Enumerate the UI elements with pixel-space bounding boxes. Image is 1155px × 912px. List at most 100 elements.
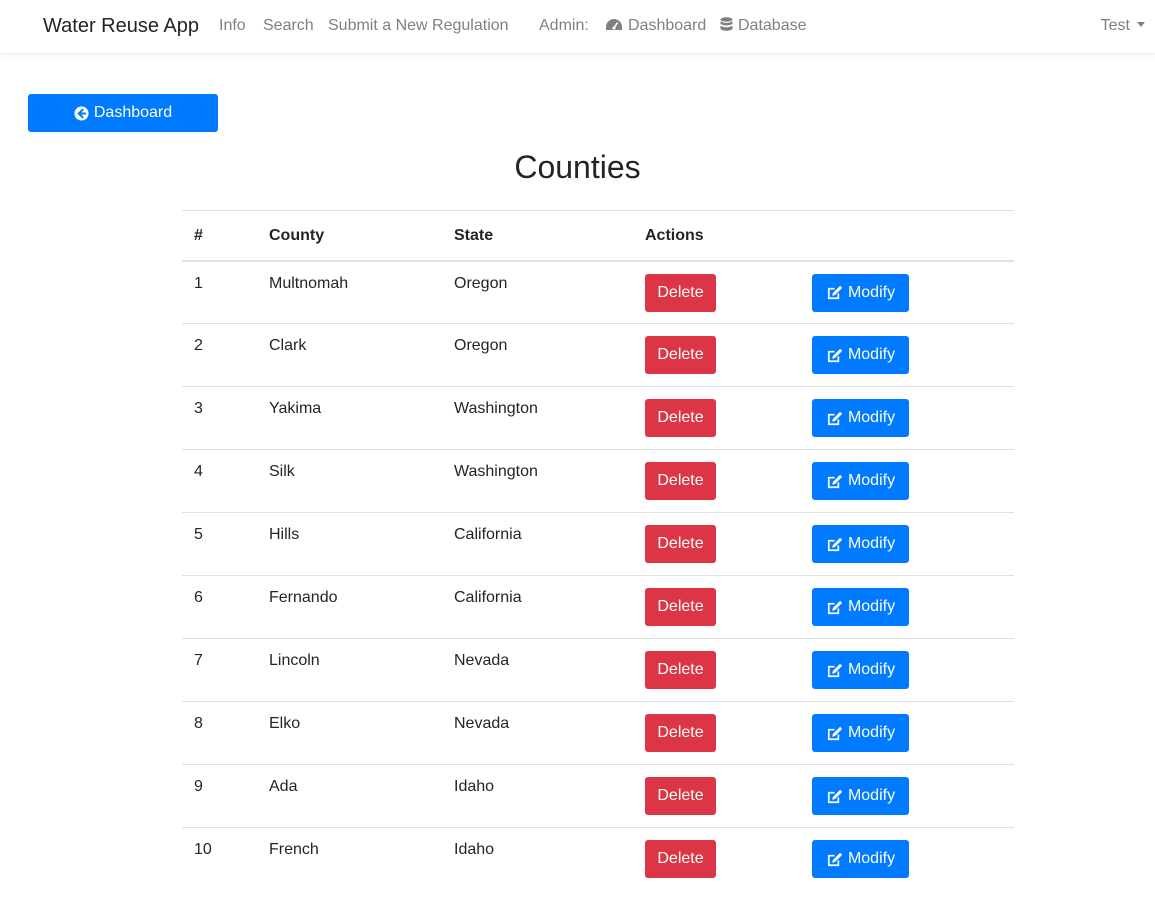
row-delete-cell: Delete xyxy=(633,449,800,513)
table-row: 10 French Idaho Delete Modify xyxy=(182,827,1014,891)
delete-button[interactable]: Delete xyxy=(645,588,716,626)
row-number: 8 xyxy=(182,701,257,765)
edit-icon xyxy=(826,852,843,867)
row-delete-cell: Delete xyxy=(633,575,800,639)
modify-label: Modify xyxy=(847,661,896,678)
row-modify-cell: Modify xyxy=(800,638,1014,702)
row-delete-cell: Delete xyxy=(633,764,800,828)
modify-button[interactable]: Modify xyxy=(812,588,909,626)
row-number: 9 xyxy=(182,764,257,828)
row-delete-cell: Delete xyxy=(633,638,800,702)
row-state: California xyxy=(442,575,633,639)
row-county: Fernando xyxy=(257,575,442,639)
row-modify-cell: Modify xyxy=(800,260,1014,324)
table-header-row: # County State Actions xyxy=(182,210,1014,262)
row-number: 7 xyxy=(182,638,257,702)
nav-admin-database-label: Database xyxy=(738,17,807,34)
edit-icon xyxy=(826,726,843,741)
table-row: 9 Ada Idaho Delete Modify xyxy=(182,764,1014,828)
modify-label: Modify xyxy=(847,724,896,741)
user-name: Test xyxy=(1100,17,1130,34)
table-row: 7 Lincoln Nevada Delete Modify xyxy=(182,638,1014,702)
row-county: Yakima xyxy=(257,386,442,450)
header-actions: Actions xyxy=(633,210,800,262)
edit-icon xyxy=(826,411,843,426)
modify-label: Modify xyxy=(847,283,896,301)
row-state: Oregon xyxy=(442,260,633,324)
row-state: Nevada xyxy=(442,638,633,702)
header-number: # xyxy=(182,210,257,262)
modify-button[interactable]: Modify xyxy=(812,462,909,500)
row-modify-cell: Modify xyxy=(800,512,1014,576)
table-row: 8 Elko Nevada Delete Modify xyxy=(182,701,1014,765)
edit-icon xyxy=(826,474,843,489)
edit-icon xyxy=(826,789,843,804)
row-number: 1 xyxy=(182,260,257,324)
header-county: County xyxy=(257,210,442,262)
modify-label: Modify xyxy=(847,598,896,615)
delete-button[interactable]: Delete xyxy=(645,840,716,878)
row-delete-cell: Delete xyxy=(633,386,800,450)
row-number: 2 xyxy=(182,323,257,387)
row-county: Multnomah xyxy=(257,260,442,324)
back-to-dashboard-label: Dashboard xyxy=(93,104,173,121)
delete-button[interactable]: Delete xyxy=(645,714,716,752)
delete-button[interactable]: Delete xyxy=(645,777,716,815)
row-county: Silk xyxy=(257,449,442,513)
delete-button[interactable]: Delete xyxy=(645,462,716,500)
row-modify-cell: Modify xyxy=(800,575,1014,639)
nav-admin-database-link[interactable]: Database xyxy=(720,17,807,37)
arrow-circle-left-icon xyxy=(74,105,89,121)
row-state: Washington xyxy=(442,386,633,450)
delete-button[interactable]: Delete xyxy=(645,336,716,374)
edit-icon xyxy=(826,600,843,615)
row-modify-cell: Modify xyxy=(800,386,1014,450)
caret-down-icon xyxy=(1137,22,1145,27)
table-row: 6 Fernando California Delete Modify xyxy=(182,575,1014,639)
page-title: Counties xyxy=(514,149,641,185)
nav-admin-dashboard-label: Dashboard xyxy=(628,17,707,34)
row-county: Hills xyxy=(257,512,442,576)
counties-table: # County State Actions 1 Multnomah Oregon D… xyxy=(182,210,1014,891)
modify-button[interactable]: Modify xyxy=(812,651,909,689)
modify-button[interactable]: Modify xyxy=(812,336,909,374)
brand-link[interactable]: Water Reuse App xyxy=(43,15,199,38)
header-actions-spacer xyxy=(800,210,1014,262)
nav-submit-regulation-link[interactable]: Submit a New Regulation xyxy=(328,17,509,35)
modify-button[interactable]: Modify xyxy=(812,399,909,437)
row-state: Idaho xyxy=(442,764,633,828)
table-row: 4 Silk Washington Delete Modify xyxy=(182,449,1014,513)
user-dropdown-toggle[interactable]: Test xyxy=(1101,17,1145,35)
row-state: Washington xyxy=(442,449,633,513)
row-state: Nevada xyxy=(442,701,633,765)
modify-label: Modify xyxy=(847,787,896,804)
table-row: 3 Yakima Washington Delete Modify xyxy=(182,386,1014,450)
modify-button[interactable]: Modify xyxy=(812,840,909,878)
row-modify-cell: Modify xyxy=(800,323,1014,387)
back-to-dashboard-button[interactable]: Dashboard xyxy=(28,94,218,132)
modify-label: Modify xyxy=(847,472,896,489)
delete-button[interactable]: Delete xyxy=(645,525,716,563)
nav-search-link[interactable]: Search xyxy=(263,17,314,35)
row-delete-cell: Delete xyxy=(633,512,800,576)
edit-icon xyxy=(826,348,843,363)
row-state: California xyxy=(442,512,633,576)
modify-button[interactable]: Modify xyxy=(812,714,909,752)
modify-button[interactable]: Modify xyxy=(812,525,909,563)
row-county: Clark xyxy=(257,323,442,387)
modify-button[interactable]: Modify xyxy=(812,273,909,312)
delete-button[interactable]: Delete xyxy=(645,399,716,437)
modify-button[interactable]: Modify xyxy=(812,777,909,815)
table-row: 5 Hills California Delete Modify xyxy=(182,512,1014,576)
row-number: 6 xyxy=(182,575,257,639)
nav-info-link[interactable]: Info xyxy=(219,17,246,35)
dashboard-gauge-icon xyxy=(605,18,623,37)
row-modify-cell: Modify xyxy=(800,764,1014,828)
modify-label: Modify xyxy=(847,409,896,426)
delete-button[interactable]: Delete xyxy=(645,273,716,312)
top-navbar: Water Reuse App Info Search Submit a New… xyxy=(0,0,1155,54)
header-state: State xyxy=(442,210,633,262)
nav-admin-dashboard-link[interactable]: Dashboard xyxy=(605,17,706,37)
counties-table-body: 1 Multnomah Oregon Delete Modify 2 Clark Oregon… xyxy=(182,260,1014,891)
delete-button[interactable]: Delete xyxy=(645,651,716,689)
